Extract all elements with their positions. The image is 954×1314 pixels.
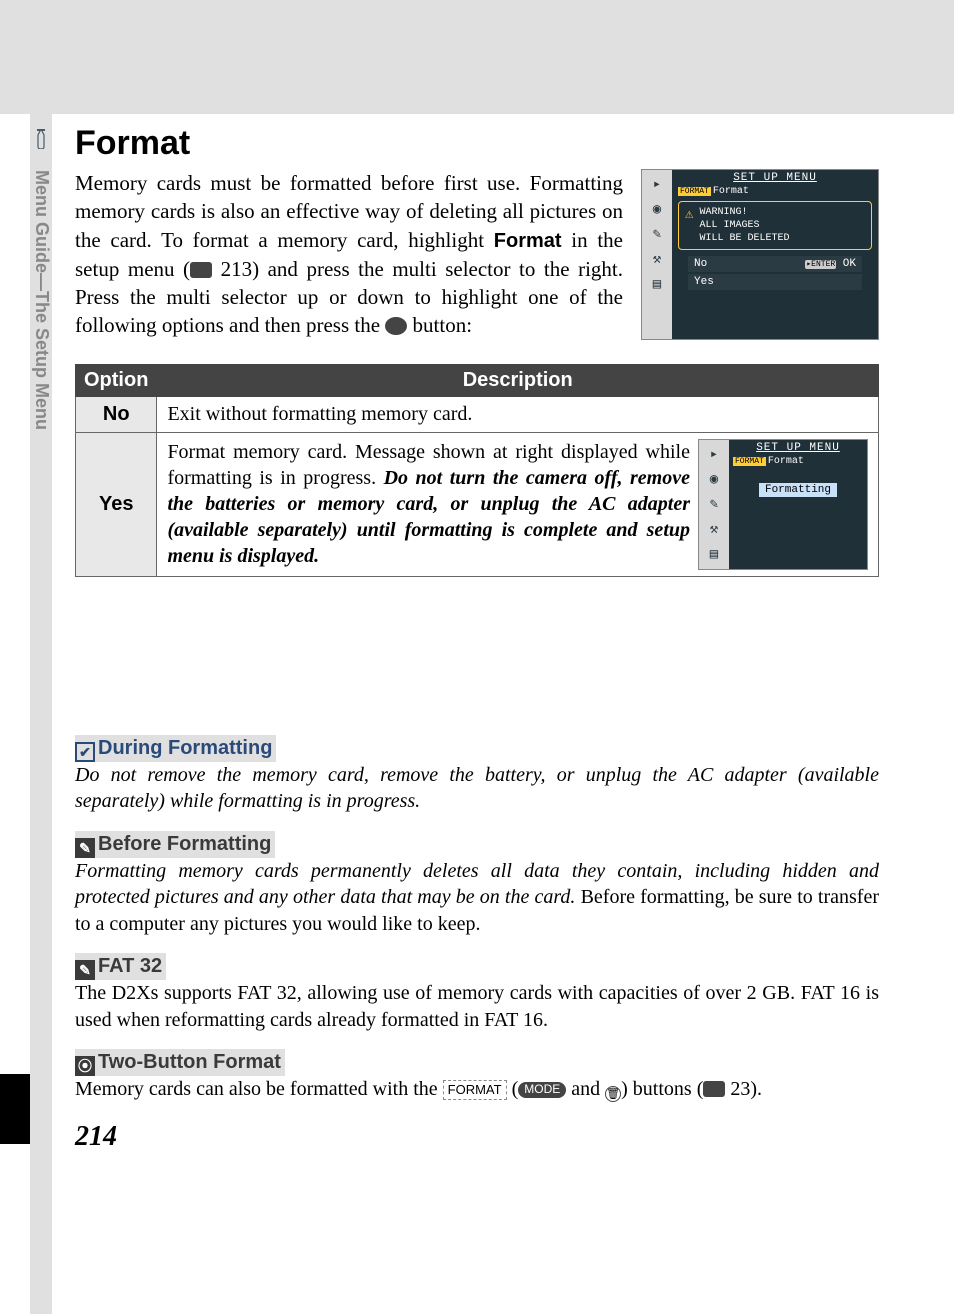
lcd-option-yes: Yes xyxy=(688,274,862,290)
enter-button-icon xyxy=(385,317,407,335)
note-fat32-body: The D2Xs supports FAT 32, allowing use o… xyxy=(75,980,879,1033)
options-table: Option Description No Exit without forma… xyxy=(75,364,879,577)
camera-icon: ◉ xyxy=(710,471,718,488)
lcd-formatting-status: Formatting xyxy=(759,483,837,497)
tb-mid1: ( xyxy=(507,1078,519,1100)
note-during-body: Do not remove the memory card, remove th… xyxy=(75,762,879,815)
note-during-heading: ✔During Formatting xyxy=(75,735,276,762)
th-option: Option xyxy=(76,364,157,396)
format-tag: FORMAT xyxy=(678,187,711,196)
pencil-note-icon: ✎ xyxy=(75,960,95,980)
top-margin-band xyxy=(0,0,954,114)
tb-mid3: ) buttons ( xyxy=(621,1078,703,1100)
card-icon: ▤ xyxy=(653,276,661,293)
lcd-sub-text: Format xyxy=(713,186,749,197)
lcd-title: SET UP MENU xyxy=(678,172,872,184)
format-tag: FORMAT xyxy=(733,457,766,466)
lcd-title: SET UP MENU xyxy=(733,442,863,454)
page-number: 214 xyxy=(75,1119,879,1156)
note-before-body: Formatting memory cards permanently dele… xyxy=(75,858,879,937)
page-ref-icon xyxy=(703,1081,725,1097)
th-description: Description xyxy=(157,364,879,396)
wrench-icon: ⚒ xyxy=(653,251,661,268)
note-fat32-heading: ✎FAT 32 xyxy=(75,953,166,980)
intro-bold-format: Format xyxy=(494,230,562,252)
warn-line1: WARNING! xyxy=(699,207,747,218)
note-twobutton-heading: ⦿Two-Button Format xyxy=(75,1049,285,1076)
warn-line3: WILL BE DELETED xyxy=(699,233,789,244)
notes-section: ✔During Formatting Do not remove the mem… xyxy=(75,735,879,1156)
tb-pageref: 23 xyxy=(730,1078,750,1100)
wrench-icon: ⚒ xyxy=(710,521,718,538)
pencil-icon: ✎ xyxy=(710,496,718,513)
lcd-ok-label: OK xyxy=(843,258,856,270)
warn-line2: ALL IMAGES xyxy=(699,220,759,231)
note-before-title: Before Formatting xyxy=(98,833,271,855)
opt-no-label: No xyxy=(76,396,157,432)
opt-yes-label: Yes xyxy=(76,432,157,576)
lcd-no-label: No xyxy=(694,258,707,270)
note-twobutton-title: Two-Button Format xyxy=(98,1051,281,1073)
playback-icon: ▸ xyxy=(710,446,718,463)
card-icon: ▤ xyxy=(710,546,718,563)
enter-icon: ▸ENTER xyxy=(805,260,836,269)
intro-paragraph: Memory cards must be formatted before fi… xyxy=(75,169,623,340)
lcd-subtitle: FORMATFormat xyxy=(733,456,863,467)
lcd-left-icons: ▸ ◉ ✎ ⚒ ▤ xyxy=(642,170,672,339)
tb-mid2: and xyxy=(566,1078,605,1100)
page-ref-icon xyxy=(190,262,212,278)
intro-pageref: 213 xyxy=(221,257,253,281)
opt-yes-cell: Format memory card. Message shown at rig… xyxy=(157,432,879,576)
page-title: Format xyxy=(75,124,879,163)
tb-part1: Memory cards can also be formatted with … xyxy=(75,1078,443,1100)
table-header-row: Option Description xyxy=(76,364,879,396)
trash-icon: 🗑 xyxy=(605,1086,621,1102)
mode-button-icon: MODE xyxy=(518,1082,566,1098)
intro-text-4: button: xyxy=(407,313,472,337)
note-during-title: During Formatting xyxy=(98,737,272,759)
camera-lcd-formatting: ▸ ◉ ✎ ⚒ ▤ SET UP MENU FORMATFormat Forma… xyxy=(698,439,868,570)
table-row: No Exit without formatting memory card. xyxy=(76,396,879,432)
setup-menu-icon xyxy=(30,124,52,154)
checkbox-icon: ✔ xyxy=(75,742,95,762)
playback-icon: ▸ xyxy=(653,176,661,193)
magnifier-icon: ⦿ xyxy=(75,1056,95,1076)
warning-icon: ⚠ xyxy=(685,206,693,224)
camera-lcd-setup-format: ▸ ◉ ✎ ⚒ ▤ SET UP MENU FORMATFormat ⚠ WAR… xyxy=(641,169,879,340)
table-row: Yes Format memory card. Message shown at… xyxy=(76,432,879,576)
note-twobutton-body: Memory cards can also be formatted with … xyxy=(75,1076,879,1102)
lcd-left-icons: ▸ ◉ ✎ ⚒ ▤ xyxy=(699,440,729,569)
lcd-warning-box: ⚠ WARNING! ALL IMAGES WILL BE DELETED xyxy=(678,201,872,250)
lcd-sub-text: Format xyxy=(768,456,804,467)
content-area: Format Memory cards must be formatted be… xyxy=(75,124,879,1156)
camera-icon: ◉ xyxy=(653,201,661,218)
sidebar-label: Menu Guide—The Setup Menu xyxy=(30,164,52,524)
lcd-subtitle: FORMATFormat xyxy=(678,186,872,197)
pencil-icon: ✎ xyxy=(653,226,661,243)
thumb-tab xyxy=(0,1074,30,1144)
opt-no-desc: Exit without formatting memory card. xyxy=(157,396,879,432)
note-fat32-title: FAT 32 xyxy=(98,955,162,977)
pencil-note-icon: ✎ xyxy=(75,838,95,858)
lcd-yes-label: Yes xyxy=(694,276,714,288)
page-body: Menu Guide—The Setup Menu Format Memory … xyxy=(0,114,954,1314)
note-before-heading: ✎Before Formatting xyxy=(75,831,275,858)
format-button-icon: FORMAT xyxy=(443,1080,507,1099)
lcd-option-no: No ▸ENTER OK xyxy=(688,256,862,272)
tb-end: ). xyxy=(750,1078,762,1100)
